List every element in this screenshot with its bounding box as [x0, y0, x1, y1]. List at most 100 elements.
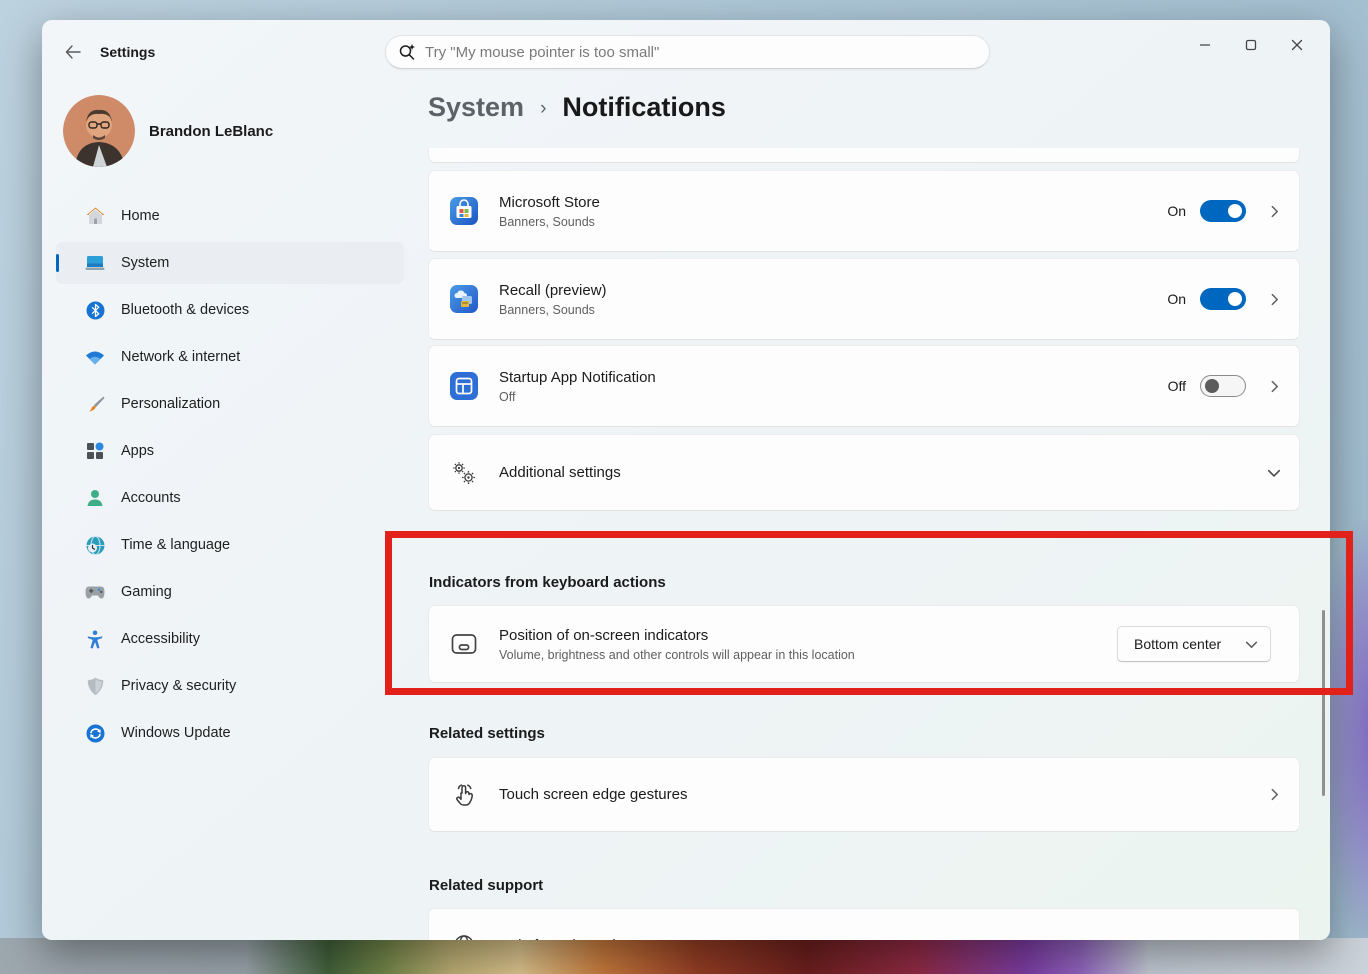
- sidebar-item-apps[interactable]: Apps: [56, 430, 404, 472]
- close-button[interactable]: [1274, 28, 1320, 62]
- main-content: System › Notifications: [428, 84, 1300, 940]
- apps-icon: [85, 441, 105, 461]
- sidebar-item-personalization[interactable]: Personalization: [56, 383, 404, 425]
- notification-row-startup-app[interactable]: Startup App Notification Off Off: [428, 345, 1300, 427]
- sidebar-item-time-language[interactable]: Time & language: [56, 524, 404, 566]
- breadcrumb-separator: ›: [540, 98, 546, 120]
- sidebar-item-label: Network & internet: [121, 349, 240, 365]
- position-dropdown[interactable]: Bottom center: [1117, 626, 1271, 662]
- sidebar-item-privacy-security[interactable]: Privacy & security: [56, 665, 404, 707]
- scrollbar[interactable]: [1322, 610, 1325, 796]
- close-icon: [1291, 39, 1303, 51]
- home-icon: [85, 206, 105, 226]
- toggle-state-label: Off: [1168, 378, 1186, 394]
- notification-row-microsoft-store[interactable]: Microsoft Store Banners, Sounds On: [428, 170, 1300, 252]
- sidebar: Brandon LeBlanc Home: [42, 84, 428, 940]
- toggle-state-label: On: [1167, 291, 1186, 307]
- shield-icon: [85, 676, 105, 696]
- sidebar-item-system[interactable]: System: [56, 242, 404, 284]
- sidebar-item-label: Time & language: [121, 537, 230, 553]
- touch-gestures-row[interactable]: Touch screen edge gestures: [428, 757, 1300, 832]
- chevron-down-icon[interactable]: [1267, 466, 1281, 480]
- chevron-right-icon[interactable]: [1268, 205, 1281, 218]
- chevron-right-icon[interactable]: [1268, 293, 1281, 306]
- sidebar-item-label: Accounts: [121, 490, 181, 506]
- row-subtitle: Volume, brightness and other controls wi…: [499, 648, 1117, 662]
- sidebar-item-label: Home: [121, 208, 160, 224]
- touch-gesture-icon: [449, 783, 479, 807]
- back-button[interactable]: [60, 40, 86, 64]
- sidebar-item-accounts[interactable]: Accounts: [56, 477, 404, 519]
- notification-row-recall[interactable]: Recall (preview) Banners, Sounds On: [428, 258, 1300, 340]
- settings-window: Settings: [42, 20, 1330, 940]
- sidebar-item-home[interactable]: Home: [56, 195, 404, 237]
- recall-toggle[interactable]: [1200, 288, 1246, 310]
- search-input[interactable]: [425, 44, 977, 61]
- toggle-state-label: On: [1167, 203, 1186, 219]
- sidebar-item-label: Gaming: [121, 584, 172, 600]
- additional-settings-expander[interactable]: Additional settings: [428, 434, 1300, 511]
- breadcrumb: System › Notifications: [428, 92, 726, 123]
- wallpaper-strip: [0, 938, 1368, 974]
- row-title: Position of on-screen indicators: [499, 627, 1117, 644]
- sidebar-item-label: Bluetooth & devices: [121, 302, 249, 318]
- minimize-icon: [1199, 39, 1211, 51]
- clipped-card-sliver: [428, 148, 1300, 163]
- user-name: Brandon LeBlanc: [149, 123, 273, 140]
- startup-toggle[interactable]: [1200, 375, 1246, 397]
- maximize-icon: [1245, 39, 1257, 51]
- minimize-button[interactable]: [1182, 28, 1228, 62]
- section-header-related-support: Related support: [429, 877, 543, 894]
- row-title: Startup App Notification: [499, 369, 1168, 386]
- section-header-indicators: Indicators from keyboard actions: [429, 574, 666, 591]
- help-from-web-row[interactable]: Help from the web: [428, 908, 1300, 940]
- sidebar-item-label: Privacy & security: [121, 678, 236, 694]
- gears-icon: [449, 460, 479, 486]
- chevron-right-icon[interactable]: [1268, 788, 1281, 801]
- sidebar-item-label: Windows Update: [121, 725, 231, 741]
- maximize-button[interactable]: [1228, 28, 1274, 62]
- window-controls: [1182, 28, 1320, 62]
- breadcrumb-system[interactable]: System: [428, 92, 524, 123]
- back-arrow-icon: [65, 45, 81, 59]
- row-subtitle: Banners, Sounds: [499, 303, 1167, 317]
- search-box[interactable]: [385, 35, 990, 69]
- row-title: Microsoft Store: [499, 194, 1167, 211]
- row-title: Help from the web: [499, 937, 1245, 941]
- sidebar-item-network-internet[interactable]: Network & internet: [56, 336, 404, 378]
- store-toggle[interactable]: [1200, 200, 1246, 222]
- sidebar-item-label: Accessibility: [121, 631, 200, 647]
- system-icon: [85, 253, 105, 273]
- chevron-right-icon[interactable]: [1268, 380, 1281, 393]
- recall-icon: [449, 284, 479, 314]
- chevron-up-icon[interactable]: [1267, 938, 1281, 940]
- section-header-related-settings: Related settings: [429, 725, 545, 742]
- row-subtitle: Off: [499, 390, 1168, 404]
- row-title: Recall (preview): [499, 282, 1167, 299]
- gaming-icon: [85, 582, 105, 602]
- row-title: Touch screen edge gestures: [499, 786, 1246, 803]
- sidebar-item-label: Personalization: [121, 396, 220, 412]
- time-language-icon: [85, 535, 105, 555]
- sidebar-item-gaming[interactable]: Gaming: [56, 571, 404, 613]
- position-dropdown-value: Bottom center: [1134, 636, 1221, 652]
- accounts-icon: [85, 488, 105, 508]
- search-icon: [398, 43, 416, 61]
- sidebar-item-label: Apps: [121, 443, 154, 459]
- page-title: Notifications: [562, 92, 726, 123]
- position-indicators-row: Position of on-screen indicators Volume,…: [428, 605, 1300, 683]
- startup-app-icon: [449, 371, 479, 401]
- sidebar-item-bluetooth-devices[interactable]: Bluetooth & devices: [56, 289, 404, 331]
- accessibility-icon: [85, 629, 105, 649]
- on-screen-indicator-icon: [449, 633, 479, 655]
- sidebar-item-accessibility[interactable]: Accessibility: [56, 618, 404, 660]
- globe-search-icon: [449, 933, 479, 940]
- user-profile[interactable]: Brandon LeBlanc: [63, 95, 273, 167]
- sidebar-item-windows-update[interactable]: Windows Update: [56, 712, 404, 754]
- avatar: [63, 95, 135, 167]
- bluetooth-icon: [85, 300, 105, 320]
- app-title: Settings: [100, 44, 155, 60]
- row-title: Additional settings: [499, 464, 1245, 481]
- brush-icon: [85, 394, 105, 414]
- sidebar-nav: Home System: [56, 195, 404, 759]
